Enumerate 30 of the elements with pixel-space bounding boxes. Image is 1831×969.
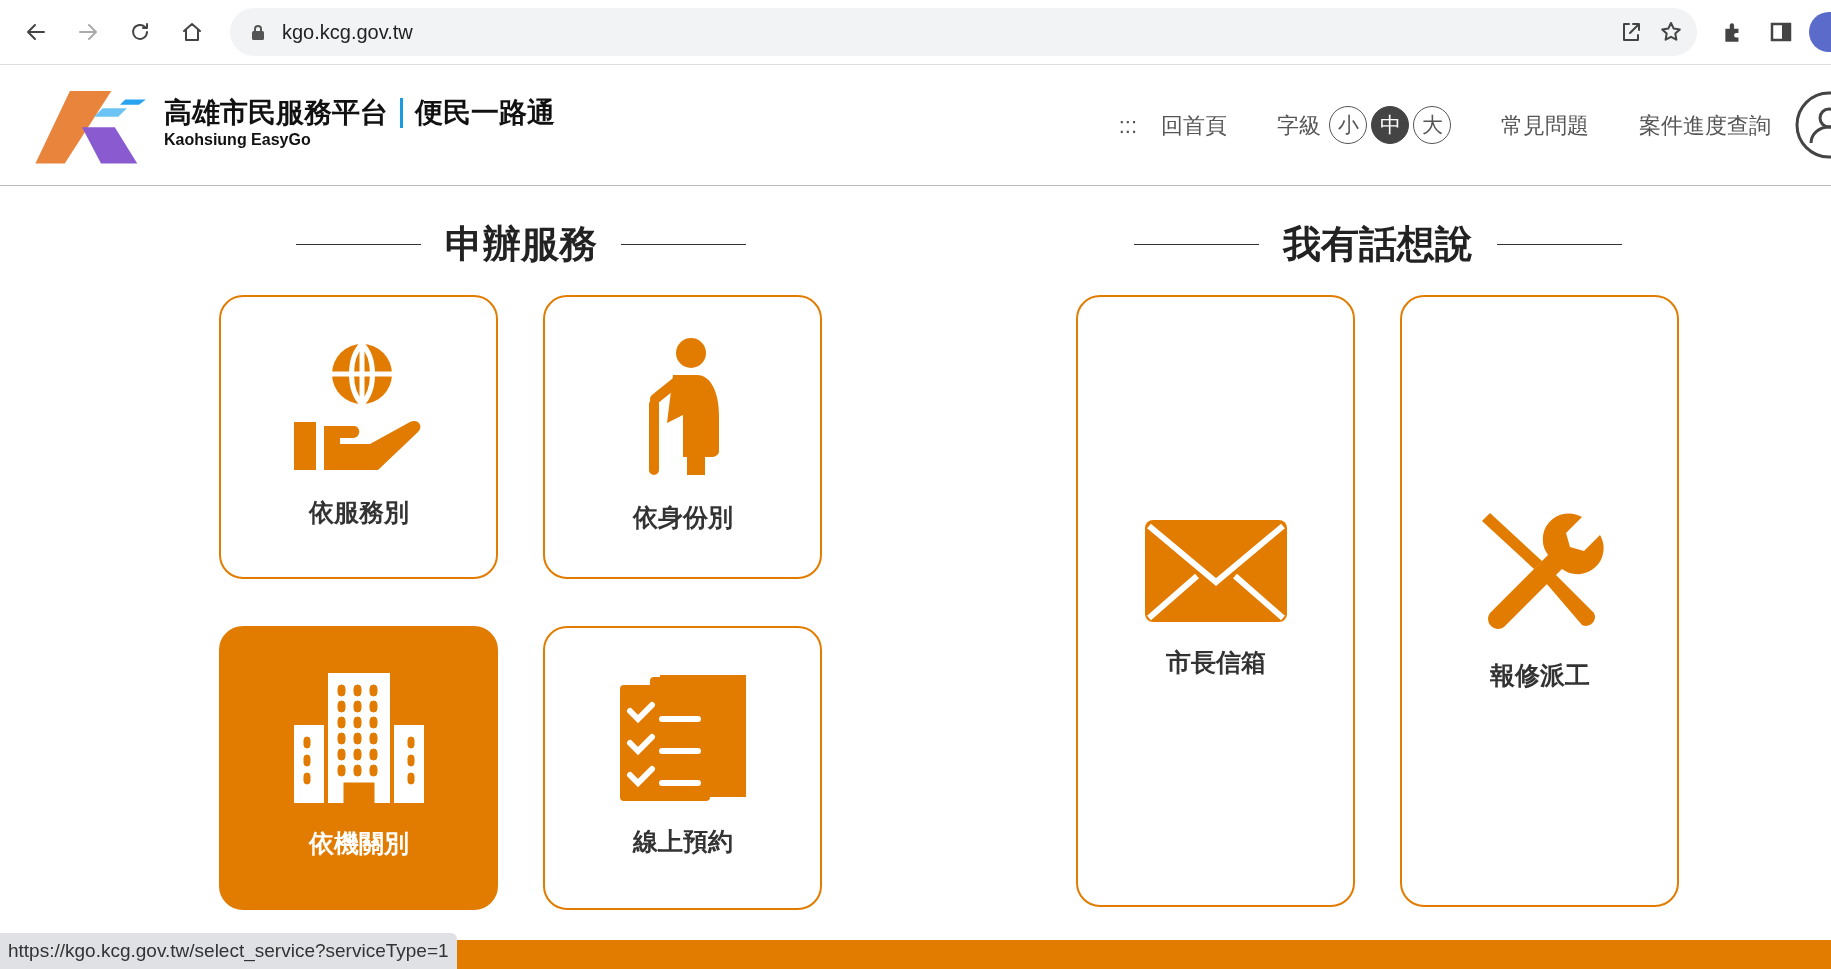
service-card[interactable]: 線上預約 [543,626,822,910]
sidebar-icon[interactable] [1769,20,1793,44]
home-icon [180,20,204,44]
nav-link[interactable]: 案件進度查詢 [1639,108,1771,142]
font-size-option[interactable]: 中 [1371,106,1409,144]
nav-link[interactable]: 常見問題 [1501,108,1589,142]
site-subtitle: Kaohsiung EasyGo [164,130,312,151]
lock-icon [250,23,266,41]
url-text: kgo.kcg.gov.tw [282,20,414,45]
service-card[interactable]: 報修派工 [1400,295,1679,907]
service-card[interactable]: 依服務別 [219,295,498,579]
clipboard-icon [619,675,746,802]
user-icon[interactable] [1795,91,1831,159]
envelope-icon [1144,520,1287,623]
home-link[interactable]: 回首頁 [1161,108,1227,142]
site-tagline: 便民一路通 [400,97,555,129]
site-title: 高雄市民服務平台 [164,97,388,129]
font-size-option[interactable]: 小 [1329,106,1367,144]
address-bar[interactable]: kgo.kcg.gov.tw [230,8,1697,56]
service-card[interactable]: 依身份別 [543,295,822,579]
avatar-icon[interactable] [1809,12,1831,52]
section-title: 申辦服務 [444,222,597,267]
font-size-option[interactable]: 大 [1413,106,1451,144]
font-size-label: 字級 [1277,111,1321,140]
service-card[interactable]: 市長信箱 [1076,295,1355,907]
section-title: 我有話想說 [1282,222,1473,267]
status-url: https://kgo.kcg.gov.tw/select_service?serviceType=1 [0,932,457,969]
accesskey-link[interactable]: ::: [1118,108,1137,142]
building-icon [293,673,424,804]
star-icon[interactable] [1659,20,1683,44]
